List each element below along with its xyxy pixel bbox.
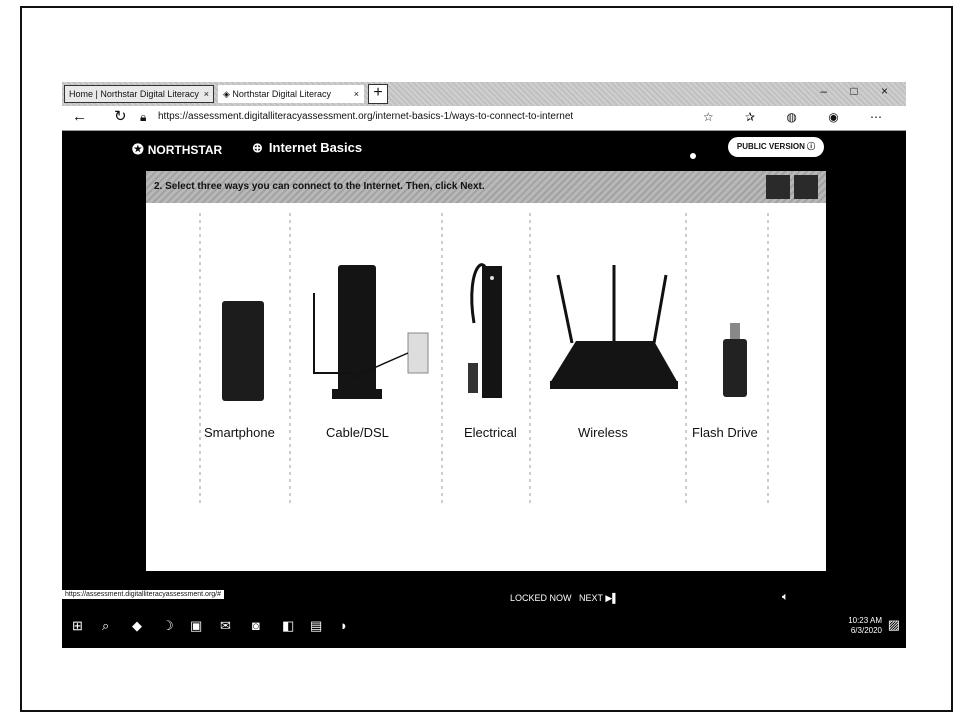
app-icon[interactable]: ▤ [310, 618, 322, 634]
speaker-icon: ◈ [223, 89, 233, 99]
search-icon[interactable]: ⌕ [102, 618, 109, 634]
option-electrical[interactable]: Electrical [464, 425, 517, 440]
option-flash-drive[interactable]: Flash Drive [692, 425, 758, 440]
clock[interactable]: 10:23 AM 6/3/2020 [848, 616, 882, 636]
next-arrow-icon[interactable]: ▶▌ [605, 593, 618, 603]
compass-icon: ✪ [132, 141, 144, 157]
smartphone-image [222, 301, 264, 401]
option-smartphone[interactable]: Smartphone [204, 425, 275, 440]
tab-label: Home | Northstar Digital Literacy [69, 89, 199, 99]
option-cable-dsl[interactable]: Cable/DSL [326, 425, 389, 440]
flash-drive-image [723, 323, 747, 397]
address-bar: ← ↻ 🔒︎ https://assessment.digitalliterac… [62, 106, 906, 131]
cable-modem-image [313, 265, 429, 399]
info-icon: ⓘ [807, 142, 816, 151]
help-button[interactable] [794, 175, 818, 199]
store-icon[interactable]: ▣ [190, 618, 202, 634]
next-button[interactable]: NEXT [579, 593, 603, 603]
question-text: 2. Select three ways you can connect to … [154, 181, 485, 192]
tab-label: Northstar Digital Literacy [232, 89, 331, 99]
power-strip-image [468, 263, 502, 398]
audio-button[interactable] [766, 175, 790, 199]
new-tab-button[interactable]: + [368, 84, 388, 104]
app-icon[interactable]: ◧ [282, 618, 294, 634]
tab-home[interactable]: Home | Northstar Digital Literacy × [64, 85, 214, 103]
notification-icon[interactable]: ▨ [888, 617, 900, 633]
next-controls: LOCKED NOW NEXT ▶▌ [510, 593, 619, 604]
locked-text: LOCKED NOW [510, 593, 572, 603]
start-icon[interactable]: ⊞ [72, 618, 83, 634]
globe-icon: ⊕ [252, 140, 263, 155]
url-field[interactable]: https://assessment.digitalliteracyassess… [158, 111, 573, 122]
cursor-dot [690, 153, 696, 159]
wireless-router-image [550, 265, 678, 389]
status-row: https://assessment.digitalliteracyassess… [62, 589, 906, 607]
screenshot-area: Home | Northstar Digital Literacy × ◈ No… [62, 82, 906, 648]
refresh-icon[interactable]: ↻ [114, 108, 127, 126]
mail-icon[interactable]: ✉ [220, 618, 231, 634]
tab-strip: Home | Northstar Digital Literacy × ◈ No… [62, 82, 906, 106]
app-icon[interactable]: ◗ [340, 618, 348, 633]
answer-panel: Smartphone Cable/DSL Electrical Wireless… [146, 203, 826, 571]
app-icon[interactable]: ◙ [252, 618, 260, 633]
cortana-icon[interactable]: ◆ [132, 618, 142, 634]
lock-icon: 🔒︎ [140, 110, 147, 124]
device-illustrations [199, 213, 769, 503]
window-controls[interactable]: – □ × [820, 84, 898, 98]
page-content: ✪ NORTHSTAR ⊕ Internet Basics PUBLIC VERSI… [62, 131, 906, 589]
toolbar-icons[interactable]: ☆ ✰ ◍ ◉ ⋯ [703, 110, 896, 124]
tab-northstar[interactable]: ◈ Northstar Digital Literacy × [218, 85, 364, 103]
northstar-logo: ✪ NORTHSTAR [132, 141, 223, 157]
status-url: https://assessment.digitalliteracyassess… [62, 590, 225, 599]
back-arrow-icon[interactable]: ← [72, 108, 87, 126]
course-title: ⊕ Internet Basics [252, 140, 363, 155]
task-view-icon[interactable]: ☽ [162, 618, 174, 634]
close-icon[interactable]: × [354, 86, 359, 102]
close-icon[interactable]: × [204, 86, 209, 102]
option-wireless[interactable]: Wireless [578, 425, 628, 440]
public-version-badge[interactable]: PUBLIC VERSION ⓘ [728, 137, 824, 157]
volume-icon[interactable]: 🔈︎ [782, 591, 789, 604]
question-bar: 2. Select three ways you can connect to … [146, 171, 826, 203]
taskbar: ⊞ ⌕ ◆ ☽ ▣ ✉ ◙ ◧ ▤ ◗ 10:23 AM 6/3/2020 ▨ [62, 611, 906, 641]
